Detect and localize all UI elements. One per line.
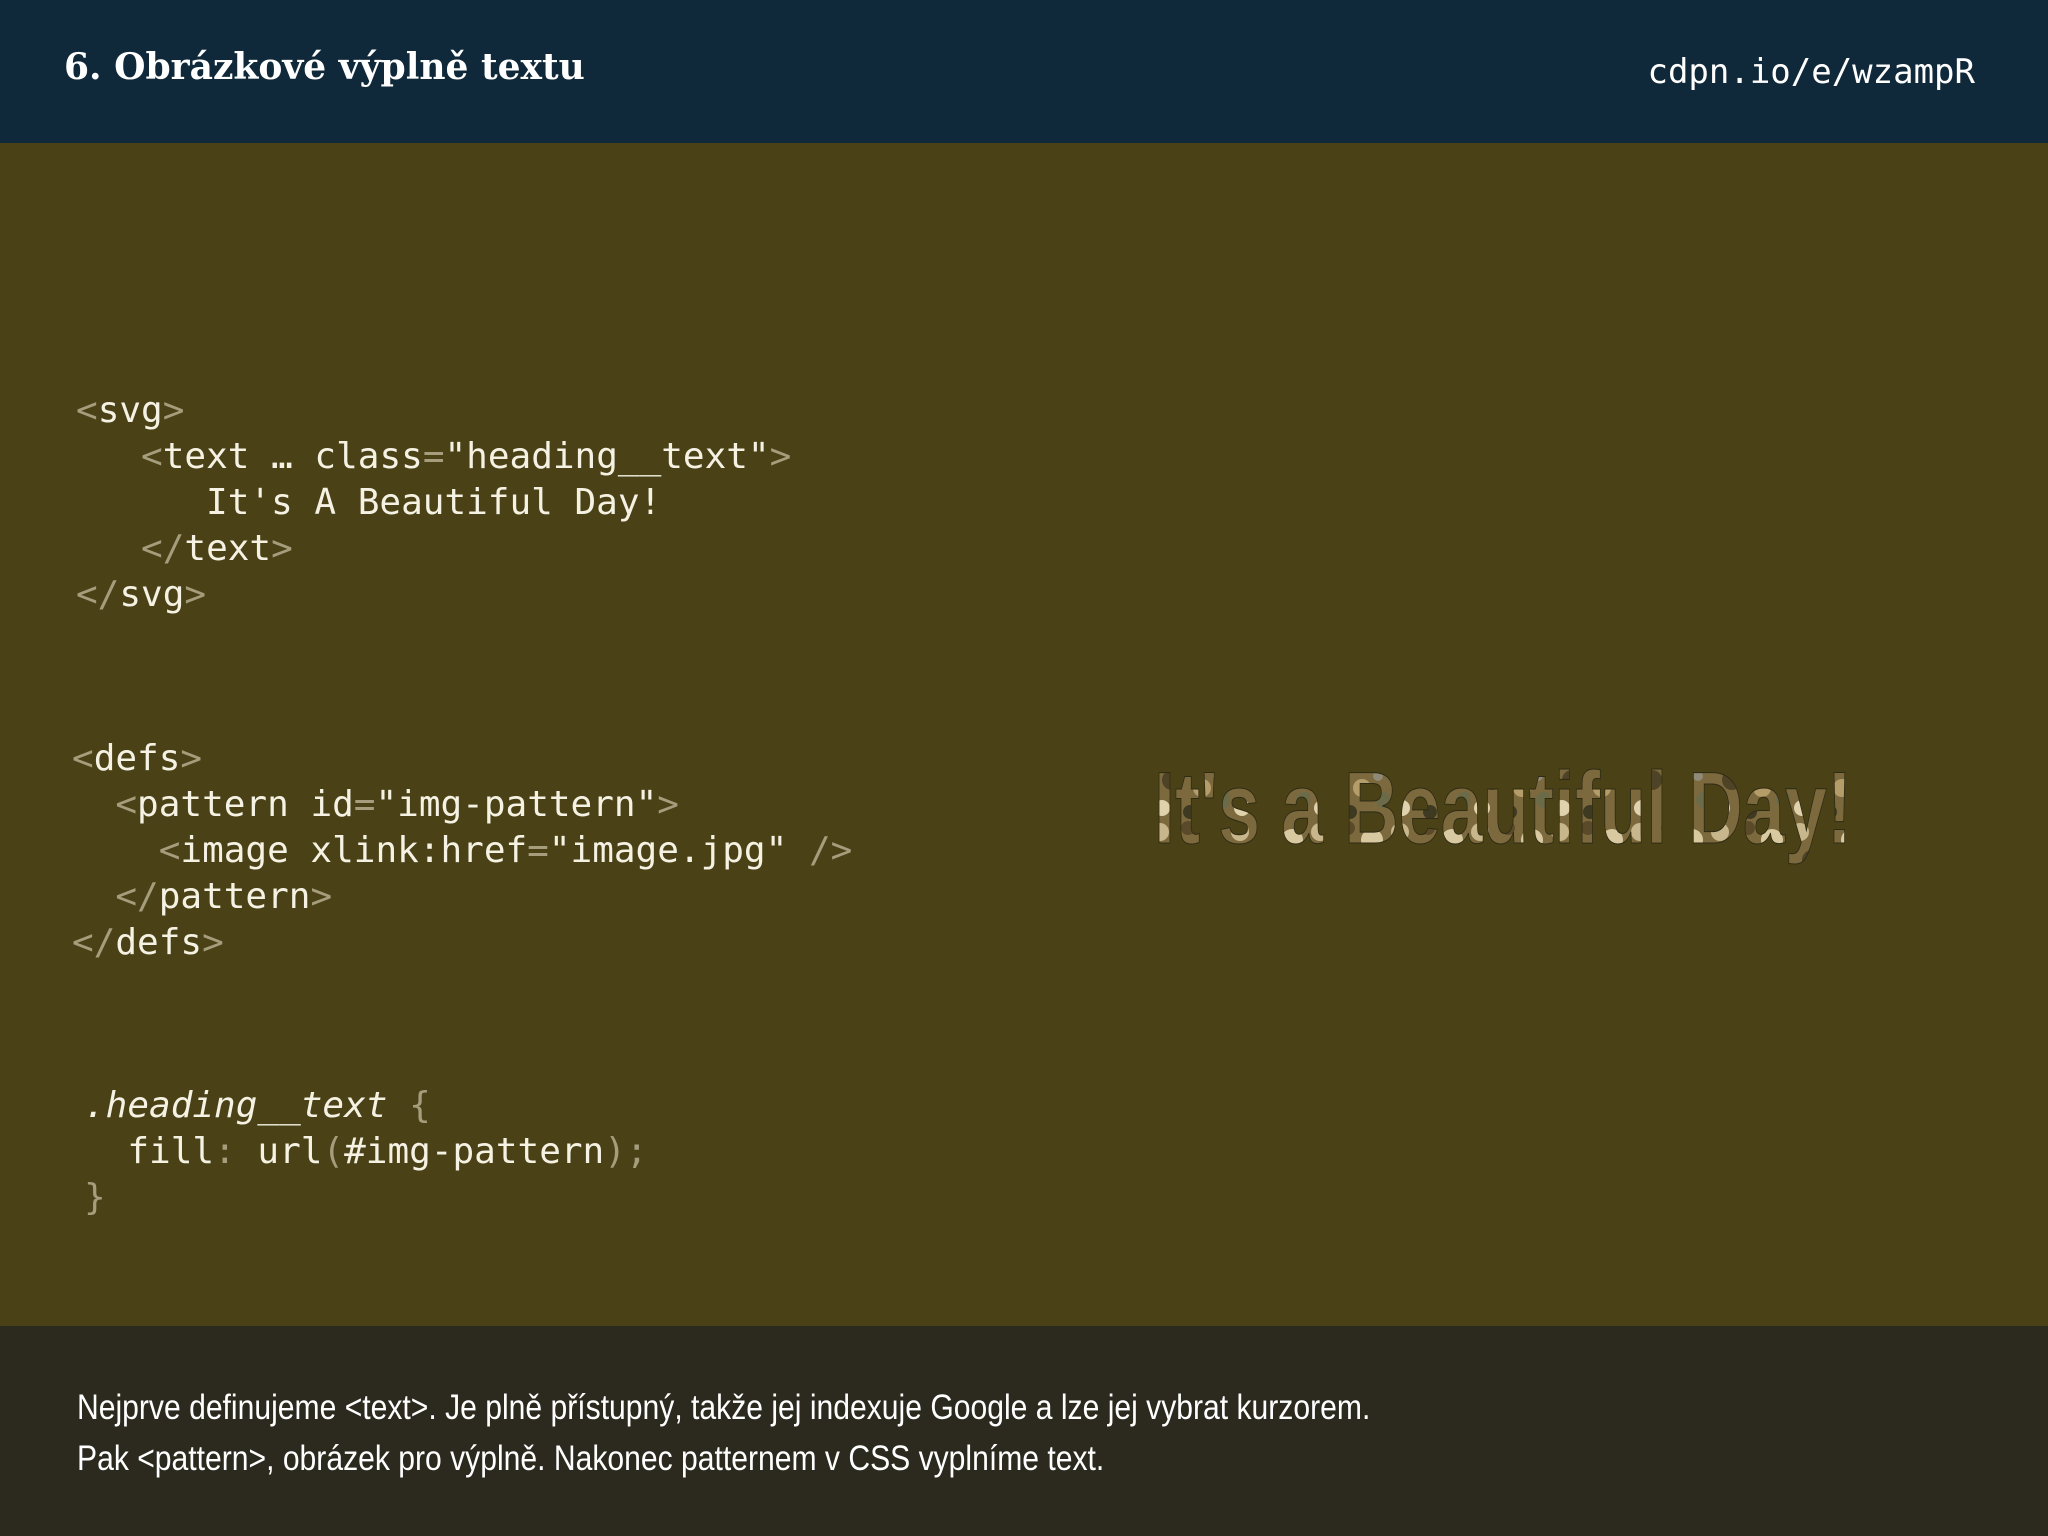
css-fill-code-block: .heading__text { fill: url(#img-pattern)… [84, 1083, 648, 1221]
code-token: pattern id [137, 784, 354, 825]
svg-text-code-block: <svg> <text … class="heading__text"> It'… [76, 388, 791, 618]
code-punctuation: > [184, 574, 207, 615]
code-punctuation: < [141, 436, 163, 477]
code-line: <text … class="heading__text"> [76, 436, 791, 477]
slide-header: 6. Obrázkové výplně textu cdpn.io/e/wzam… [0, 0, 2048, 143]
code-line: <svg> [76, 390, 184, 431]
code-token: image xlink:href [180, 830, 528, 871]
code-punctuation: < [72, 738, 94, 779]
slide-footer: Nejprve definujeme <text>. Je plně příst… [0, 1326, 2048, 1536]
code-line: <defs> [72, 738, 202, 779]
defs-pattern-code-block: <defs> <pattern id="img-pattern"> <image… [72, 736, 852, 966]
code-token: #img-pattern [344, 1131, 605, 1172]
footer-caption: Nejprve definujeme <text>. Je plně příst… [77, 1382, 1711, 1484]
code-token: defs [93, 738, 181, 779]
code-line: .heading__text { [84, 1085, 431, 1126]
demo-heading-text[interactable]: It's a Beautiful Day! [1154, 751, 1853, 866]
code-punctuation: < [115, 784, 138, 825]
code-punctuation: </ [76, 574, 120, 615]
code-punctuation: </ [115, 876, 159, 917]
image-filled-text-demo: It's a Beautiful Day! [1154, 751, 1853, 866]
code-line: </defs> [72, 922, 224, 963]
code-line: } [84, 1177, 106, 1218]
code-punctuation: > [310, 876, 333, 917]
code-token: pattern [158, 876, 311, 917]
code-token: fill [84, 1131, 215, 1172]
codepen-link[interactable]: cdpn.io/e/wzampR [1647, 52, 1975, 92]
code-punctuation: > [202, 922, 224, 963]
code-token: "img-pattern" [375, 784, 658, 825]
footer-line-2: Pak <pattern>, obrázek pro výplně. Nakon… [77, 1439, 1105, 1478]
code-punctuation: : [214, 1131, 258, 1172]
code-punctuation: > [271, 528, 293, 569]
code-line: <image xlink:href="image.jpg" /> [72, 830, 853, 871]
footer-line-1: Nejprve definujeme <text>. Je plně příst… [77, 1388, 1371, 1427]
code-punctuation: > [162, 390, 185, 431]
code-punctuation: </ [141, 528, 185, 569]
code-punctuation: ( [322, 1131, 345, 1172]
code-token: "heading__text" [444, 436, 770, 477]
code-punctuation: < [158, 830, 181, 871]
code-punctuation: ); [604, 1131, 648, 1172]
code-token: text … class [162, 436, 423, 477]
code-punctuation: = [422, 436, 445, 477]
code-token: It's A Beautiful Day! [76, 482, 662, 523]
code-line: fill: url(#img-pattern); [84, 1131, 648, 1172]
code-punctuation: } [84, 1177, 106, 1218]
code-line: <pattern id="img-pattern"> [72, 784, 679, 825]
code-punctuation: < [76, 390, 98, 431]
code-token: "image.jpg" [548, 830, 788, 871]
code-token: url [257, 1131, 323, 1172]
code-punctuation: > [769, 436, 792, 477]
code-punctuation: = [353, 784, 376, 825]
code-token: svg [97, 390, 163, 431]
code-punctuation: </ [72, 922, 116, 963]
code-line: </svg> [76, 574, 206, 615]
code-token: .heading__text [84, 1085, 388, 1126]
code-punctuation: { [387, 1085, 431, 1126]
code-token: text [184, 528, 272, 569]
code-token: svg [119, 574, 185, 615]
code-line: </text> [76, 528, 293, 569]
code-line: </pattern> [72, 876, 332, 917]
code-punctuation: > [657, 784, 679, 825]
code-punctuation: /> [787, 830, 853, 871]
slide-title: 6. Obrázkové výplně textu [64, 46, 585, 88]
code-line: It's A Beautiful Day! [76, 482, 661, 523]
code-punctuation: = [527, 830, 549, 871]
code-token: defs [115, 922, 203, 963]
code-punctuation: > [180, 738, 203, 779]
